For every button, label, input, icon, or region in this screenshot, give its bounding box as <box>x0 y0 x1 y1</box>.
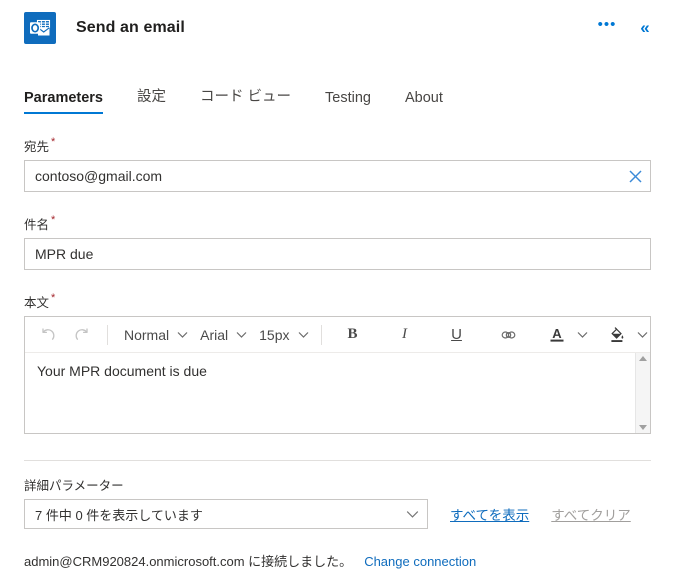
subject-input-value[interactable]: MPR due <box>25 239 650 269</box>
connection-status-bar: admin@CRM920824.onmicrosoft.com に接続しました。… <box>0 551 675 570</box>
scroll-down-icon[interactable] <box>639 425 647 430</box>
paragraph-style-value: Normal <box>124 326 170 343</box>
required-asterisk: * <box>51 214 56 226</box>
tab-bar: Parameters 設定 コード ビュー Testing About <box>0 72 675 114</box>
more-options-icon[interactable]: ••• <box>593 11 621 46</box>
field-to: 宛先 * contoso@gmail.com <box>24 136 651 192</box>
font-size-value: 15px <box>259 326 290 343</box>
underline-button[interactable]: U <box>440 321 474 349</box>
bold-button[interactable]: B <box>336 321 370 349</box>
editor-scrollbar[interactable] <box>635 353 650 433</box>
editor-toolbar: Normal Arial 15px B I U A <box>25 317 650 353</box>
highlight-color-button[interactable] <box>604 321 648 349</box>
collapse-panel-icon[interactable]: « <box>631 14 659 42</box>
font-family-value: Arial <box>200 326 229 343</box>
panel-header: Send an email ••• « <box>0 0 675 56</box>
subject-label: 件名 * <box>24 214 56 232</box>
paragraph-style-select[interactable]: Normal <box>116 321 192 349</box>
toolbar-divider <box>107 324 108 345</box>
parameters-form: 宛先* contoso@gmail.com 件名* MPR due 本文* <box>0 136 675 434</box>
subject-input[interactable]: MPR due <box>24 238 651 270</box>
link-icon[interactable] <box>492 321 526 349</box>
to-input-value[interactable]: contoso@gmail.com <box>25 161 620 191</box>
change-connection-link[interactable]: Change connection <box>364 554 476 569</box>
required-asterisk: * <box>51 292 56 304</box>
font-color-icon: A <box>544 321 570 349</box>
chevron-down-icon <box>577 331 588 339</box>
chevron-down-icon <box>637 331 648 339</box>
svg-text:A: A <box>552 326 562 341</box>
advanced-parameters-row: 7 件中 0 件を表示しています すべてを表示 すべてクリア <box>24 499 651 529</box>
undo-icon[interactable] <box>31 321 65 349</box>
tab-code-view[interactable]: コード ビュー <box>200 85 291 114</box>
italic-button[interactable]: I <box>388 321 422 349</box>
show-all-link[interactable]: すべてを表示 <box>450 504 529 524</box>
scroll-up-icon[interactable] <box>639 356 647 361</box>
chevron-down-icon <box>397 510 427 519</box>
redo-icon[interactable] <box>65 321 99 349</box>
body-label: 本文 * <box>24 292 56 310</box>
chevron-down-icon <box>236 331 247 339</box>
close-icon[interactable] <box>620 161 650 191</box>
field-body: 本文 * Normal Arial 15px B I U A Your MPR … <box>24 292 651 434</box>
advanced-parameters-label: 詳細パラメーター <box>24 479 124 493</box>
rich-text-editor: Normal Arial 15px B I U A Your MPR docum… <box>24 316 651 434</box>
field-subject: 件名 * MPR due <box>24 214 651 270</box>
section-divider <box>24 460 651 461</box>
connection-status-text: admin@CRM920824.onmicrosoft.com に接続しました。 <box>24 554 353 569</box>
advanced-parameters-section: 詳細パラメーター 7 件中 0 件を表示しています すべてを表示 すべてクリア <box>0 475 675 529</box>
required-asterisk: * <box>51 136 56 148</box>
tab-about[interactable]: About <box>405 90 443 114</box>
to-label: 宛先 * <box>24 136 56 154</box>
clear-all-link: すべてクリア <box>551 508 631 523</box>
tab-parameters[interactable]: Parameters <box>24 90 103 114</box>
chevron-down-icon <box>177 331 188 339</box>
font-family-select[interactable]: Arial <box>192 321 251 349</box>
highlight-icon <box>604 321 630 349</box>
page-title: Send an email <box>76 19 185 36</box>
font-size-select[interactable]: 15px <box>251 321 312 349</box>
chevron-down-icon <box>298 331 309 339</box>
advanced-parameters-select[interactable]: 7 件中 0 件を表示しています <box>24 499 428 529</box>
tab-settings[interactable]: 設定 <box>137 85 166 114</box>
editor-body: Your MPR document is due <box>25 353 650 433</box>
font-color-button[interactable]: A <box>544 321 588 349</box>
tab-testing[interactable]: Testing <box>325 90 371 114</box>
to-input[interactable]: contoso@gmail.com <box>24 160 651 192</box>
advanced-parameters-value: 7 件中 0 件を表示しています <box>35 507 203 523</box>
toolbar-divider <box>320 324 322 345</box>
outlook-icon <box>24 12 56 44</box>
body-text-area[interactable]: Your MPR document is due <box>25 353 635 433</box>
